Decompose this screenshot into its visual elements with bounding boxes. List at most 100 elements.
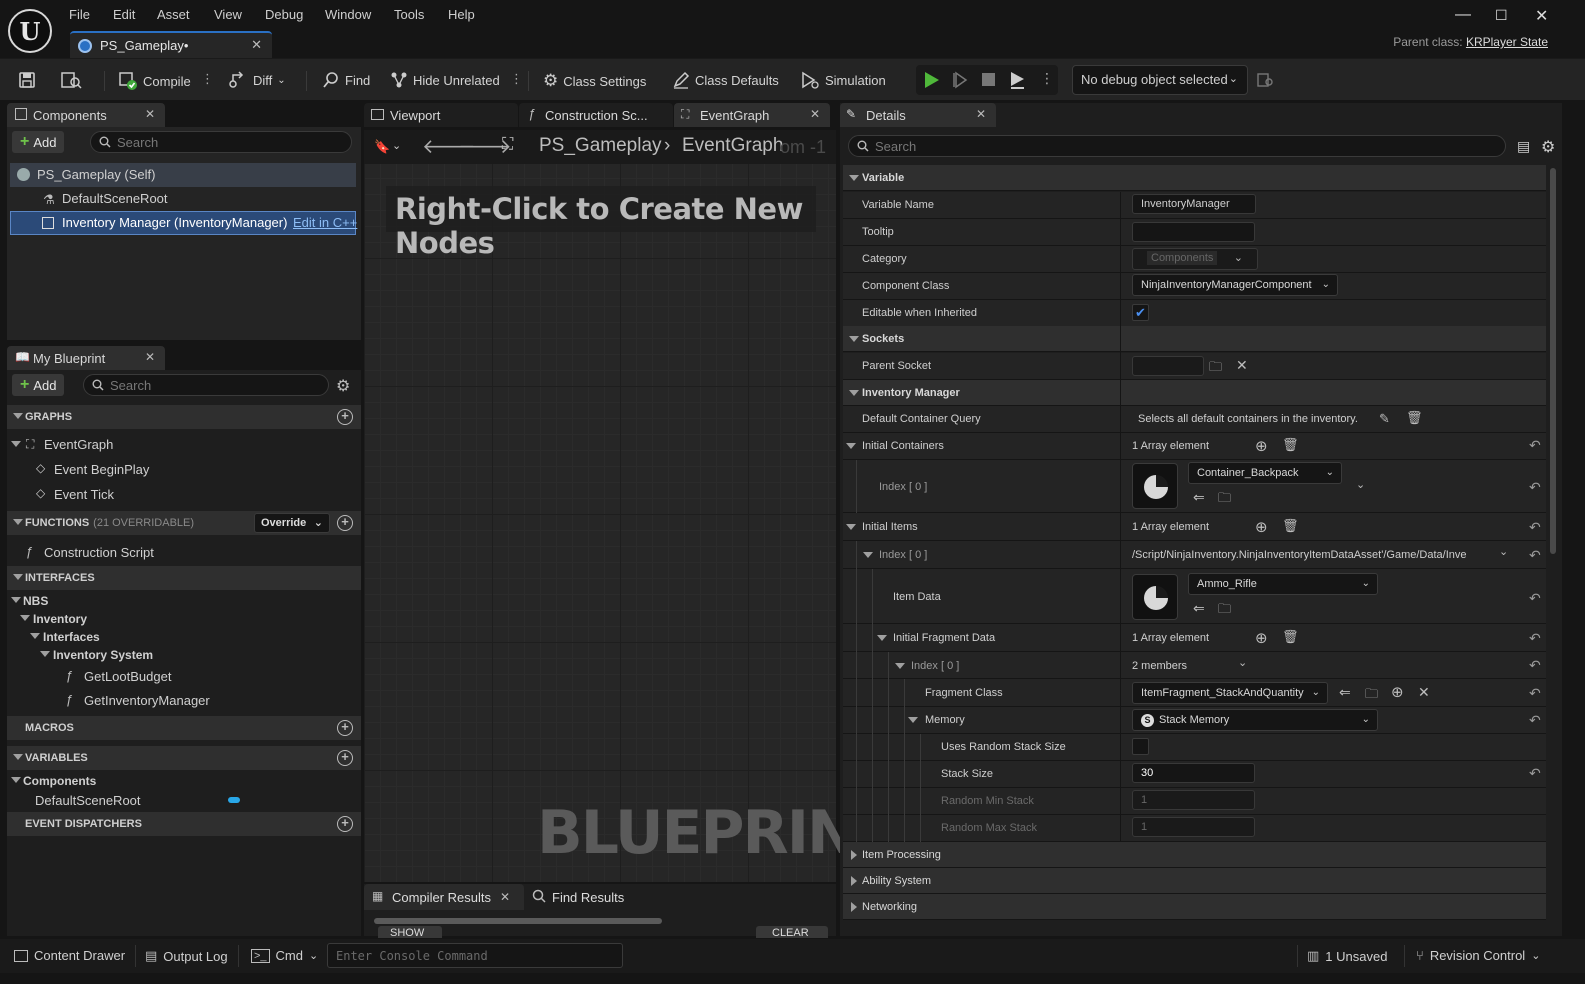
section-ability-system[interactable]: Ability System: [843, 868, 1546, 894]
graph-item-event-beginplay[interactable]: Event BeginPlay: [54, 462, 149, 477]
close-icon[interactable]: ✕: [810, 107, 820, 121]
document-tab[interactable]: PS_Gameplay• ✕: [70, 31, 272, 58]
parent-socket-field[interactable]: [1132, 356, 1204, 376]
section-sockets[interactable]: Sockets: [843, 326, 1546, 352]
hide-unrelated-button[interactable]: Hide Unrelated: [390, 71, 500, 89]
edit-pencil-icon[interactable]: ✎: [1379, 411, 1390, 427]
item-data-combo[interactable]: Ammo_Rifle ⌄: [1188, 573, 1378, 595]
container-asset-combo[interactable]: Container_Backpack ⌄: [1188, 462, 1342, 484]
content-drawer-button[interactable]: Content Drawer: [8, 948, 131, 963]
expand-arrow-icon[interactable]: [846, 524, 856, 530]
clear-icon[interactable]: ✕: [1418, 684, 1430, 701]
tab-details[interactable]: ✎ Details ✕: [840, 103, 996, 127]
expand-arrow-icon[interactable]: [895, 663, 905, 669]
breadcrumb-leaf[interactable]: EventGraph: [682, 135, 783, 157]
use-selected-icon[interactable]: ⇐: [1193, 489, 1205, 506]
menu-help[interactable]: Help: [448, 7, 475, 22]
chevron-down-icon[interactable]: ⌄: [1238, 656, 1247, 669]
play-options-icon[interactable]: ⋮: [1040, 70, 1054, 87]
add-variable-icon[interactable]: +: [337, 750, 353, 766]
browse-icon[interactable]: [60, 71, 82, 89]
interface-function-get-loot-budget[interactable]: GetLootBudget: [84, 669, 171, 684]
interface-category-nbs[interactable]: NBS: [23, 594, 48, 608]
tooltip-field[interactable]: [1132, 222, 1255, 242]
expand-arrow-icon[interactable]: [30, 633, 40, 639]
component-row-self[interactable]: PS_Gameplay (Self): [10, 163, 356, 187]
interface-category-inventory-system[interactable]: Inventory System: [53, 648, 153, 662]
menu-asset[interactable]: Asset: [157, 7, 190, 22]
section-networking[interactable]: Networking: [843, 894, 1546, 920]
graph-item-eventgraph[interactable]: EventGraph: [44, 437, 113, 452]
trash-icon[interactable]: 🗑: [1282, 437, 1299, 453]
tab-my-blueprint[interactable]: 📖 My Blueprint ✕: [7, 346, 165, 370]
table-view-icon[interactable]: ▤: [1517, 138, 1530, 155]
menu-tools[interactable]: Tools: [394, 7, 424, 22]
chevron-down-icon[interactable]: ⌄: [1499, 545, 1508, 558]
debug-browse-icon[interactable]: [1256, 71, 1274, 89]
cmd-dropdown[interactable]: >_ Cmd ⌄: [251, 948, 318, 963]
minimize-icon[interactable]: —: [1455, 6, 1471, 24]
expand-arrow-icon[interactable]: [863, 552, 873, 558]
close-icon[interactable]: ✕: [500, 890, 510, 904]
menu-view[interactable]: View: [214, 7, 242, 22]
add-element-icon[interactable]: ⊕: [1391, 683, 1404, 701]
variable-category-components[interactable]: Components: [23, 774, 96, 788]
maximize-icon[interactable]: ☐: [1495, 7, 1508, 24]
component-row-default-scene-root[interactable]: ⚗ DefaultSceneRoot: [10, 188, 356, 210]
chevron-down-icon[interactable]: ⌄: [1356, 478, 1365, 491]
function-item-construction-script[interactable]: Construction Script: [44, 545, 154, 560]
chevron-down-icon[interactable]: ⌄: [392, 139, 401, 152]
interface-function-get-inventory-manager[interactable]: GetInventoryManager: [84, 693, 210, 708]
add-graph-icon[interactable]: +: [337, 409, 353, 425]
interface-category-inventory[interactable]: Inventory: [33, 612, 87, 626]
expand-arrow-icon[interactable]: [20, 615, 30, 621]
scrollbar[interactable]: [374, 918, 662, 924]
add-dispatcher-icon[interactable]: +: [337, 816, 353, 832]
reset-to-default-icon[interactable]: ↶: [1529, 479, 1541, 496]
menu-window[interactable]: Window: [325, 7, 371, 22]
reset-to-default-icon[interactable]: ↶: [1529, 437, 1541, 454]
eject-icon[interactable]: [1008, 71, 1026, 89]
clear-icon[interactable]: ✕: [1236, 357, 1248, 374]
reset-to-default-icon[interactable]: ↶: [1529, 685, 1541, 702]
parent-class-link[interactable]: KRPlayer State: [1466, 35, 1548, 49]
section-variables[interactable]: VARIABLES +: [7, 746, 361, 770]
trash-icon[interactable]: 🗑: [1282, 629, 1299, 645]
section-graphs[interactable]: GRAPHS +: [7, 405, 361, 429]
menu-edit[interactable]: Edit: [113, 7, 135, 22]
close-icon[interactable]: ✕: [145, 107, 155, 121]
tab-components[interactable]: Components ✕: [7, 103, 165, 127]
my-blueprint-search-input[interactable]: Search: [83, 374, 329, 396]
interface-category-interfaces[interactable]: Interfaces: [43, 630, 100, 644]
add-element-icon[interactable]: ⊕: [1255, 629, 1268, 647]
tab-construction-script[interactable]: ƒ Construction Sc...: [519, 103, 673, 127]
expand-arrow-icon[interactable]: [40, 651, 50, 657]
find-button[interactable]: Find: [322, 71, 370, 89]
gear-icon[interactable]: ⚙: [1541, 137, 1555, 157]
simulation-button[interactable]: Simulation: [800, 71, 886, 89]
expand-arrow-icon[interactable]: [11, 777, 21, 783]
tab-eventgraph[interactable]: ⛶ EventGraph ✕: [674, 103, 830, 127]
menu-file[interactable]: File: [69, 7, 90, 22]
reset-to-default-icon[interactable]: ↶: [1529, 712, 1541, 729]
reset-to-default-icon[interactable]: ↶: [1529, 519, 1541, 536]
add-component-button[interactable]: + Add: [12, 131, 65, 153]
stack-size-field[interactable]: 30: [1132, 763, 1255, 783]
trash-icon[interactable]: 🗑: [1282, 518, 1299, 534]
add-element-icon[interactable]: ⊕: [1255, 518, 1268, 536]
fragment-class-combo[interactable]: ItemFragment_StackAndQuantity ⌄: [1132, 682, 1328, 704]
browse-asset-icon[interactable]: 🗀: [1218, 600, 1231, 622]
clear-button[interactable]: CLEAR: [756, 926, 828, 938]
component-class-combo[interactable]: NinjaInventoryManagerComponent ⌄: [1132, 274, 1338, 296]
use-selected-icon[interactable]: ⇐: [1193, 600, 1205, 617]
use-selected-icon[interactable]: ⇐: [1339, 684, 1351, 701]
section-item-processing[interactable]: Item Processing: [843, 842, 1546, 868]
details-search-input[interactable]: Search: [848, 135, 1506, 157]
reset-to-default-icon[interactable]: ↶: [1529, 630, 1541, 647]
expand-arrow-icon[interactable]: [11, 441, 21, 447]
graph-item-event-tick[interactable]: Event Tick: [54, 487, 114, 502]
components-search-input[interactable]: Search: [90, 131, 352, 153]
close-window-icon[interactable]: ✕: [1535, 6, 1548, 26]
editable-when-inherited-checkbox[interactable]: ✔: [1132, 304, 1149, 321]
expand-arrow-icon[interactable]: [877, 635, 887, 641]
